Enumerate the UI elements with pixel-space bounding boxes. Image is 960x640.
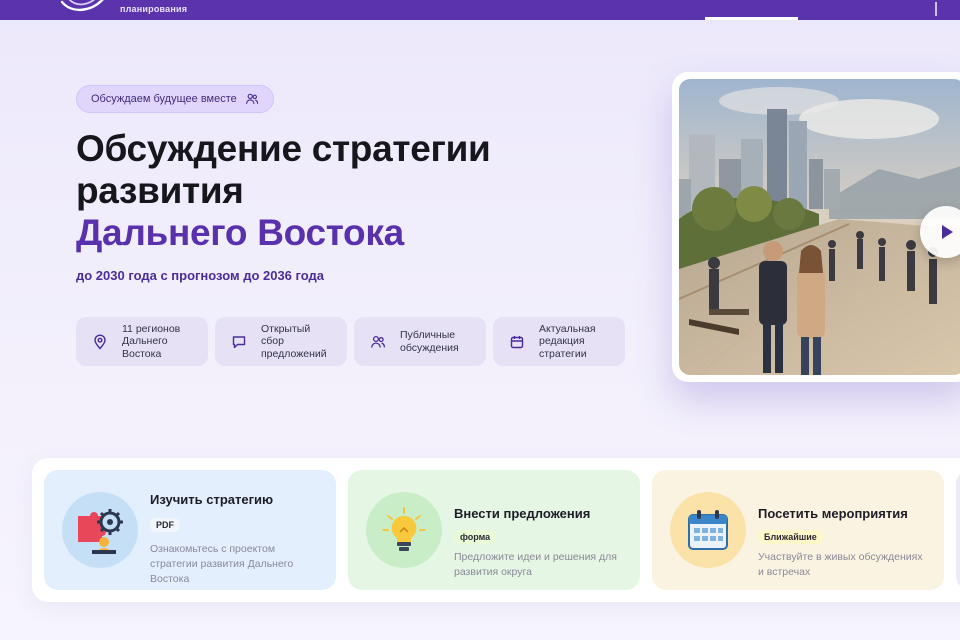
title-line-1: Обсуждение стратегии <box>76 128 491 169</box>
card-icon-circle <box>670 492 746 568</box>
logo-text: планирования <box>120 4 188 14</box>
feature-label: Актуальная редакция стратегии <box>539 322 596 360</box>
feature-proposals: Открытый сбор предложений <box>215 317 347 366</box>
card-badge: PDF <box>150 518 180 532</box>
actions-panel: Изучить стратегию PDF Ознакомьтесь с про… <box>32 458 960 602</box>
card-badge: форма <box>454 530 497 544</box>
video-preview[interactable] <box>679 79 960 375</box>
city-promenade-image <box>679 79 960 375</box>
card-title: Изучить стратегию <box>150 492 274 507</box>
card-title: Внести предложения <box>454 506 591 521</box>
card-description: Участвуйте в живых обсуждениях и встреча… <box>758 551 923 578</box>
video-card[interactable] <box>672 72 960 382</box>
title-accent: Дальнего Востока <box>76 212 404 253</box>
calendar-icon <box>688 510 728 550</box>
card-description: Ознакомьтесь с проектом стратегии развит… <box>150 543 294 585</box>
page-title: Обсуждение стратегии развития Дальнего В… <box>76 128 636 254</box>
logo-icon[interactable] <box>58 0 110 12</box>
feature-current-edition: Актуальная редакция стратегии <box>493 317 625 366</box>
chat-bubble-icon <box>232 335 246 348</box>
card-badge: Ближайшие <box>758 530 823 544</box>
next-card-partial[interactable] <box>956 470 960 590</box>
lightbulb-icon <box>382 507 426 551</box>
feature-list: 11 регионов Дальнего Востока Открытый сбор п… <box>76 317 625 366</box>
title-line-2: развития <box>76 170 244 211</box>
feature-label: Публичные обсуждения <box>400 329 459 354</box>
play-icon <box>942 225 953 239</box>
top-navigation-bar: планирования <box>0 0 960 20</box>
study-strategy-card[interactable]: Изучить стратегию PDF Ознакомьтесь с про… <box>44 470 336 590</box>
card-title: Посетить мероприятия <box>758 506 908 521</box>
submit-proposals-card[interactable]: Внести предложения форма Предложите идеи… <box>348 470 640 590</box>
feature-regions: 11 регионов Дальнего Востока <box>76 317 208 366</box>
active-nav-indicator <box>705 17 798 20</box>
attend-events-card[interactable]: Посетить мероприятия Ближайшие Участвуйт… <box>652 470 944 590</box>
feature-label: 11 регионов Дальнего Востока <box>122 322 181 360</box>
hero-tag-label: Обсуждаем будущее вместе <box>91 93 237 105</box>
card-icon-circle <box>62 492 138 568</box>
location-pin-icon <box>94 334 106 350</box>
strategy-gears-icon <box>78 509 123 554</box>
feature-discussions: Публичные обсуждения <box>354 317 486 366</box>
hero-tag-pill: Обсуждаем будущее вместе <box>76 85 274 113</box>
card-description: Предложите идеи и решения для развития о… <box>454 551 617 578</box>
card-icon-circle <box>366 492 442 568</box>
feature-label: Открытый сбор предложений <box>261 322 327 360</box>
people-icon <box>371 335 386 348</box>
calendar-icon <box>510 335 524 348</box>
page-subtitle: до 2030 года с прогнозом до 2036 года <box>76 268 325 283</box>
nav-menu-edge[interactable] <box>935 2 949 16</box>
people-icon <box>245 93 258 104</box>
